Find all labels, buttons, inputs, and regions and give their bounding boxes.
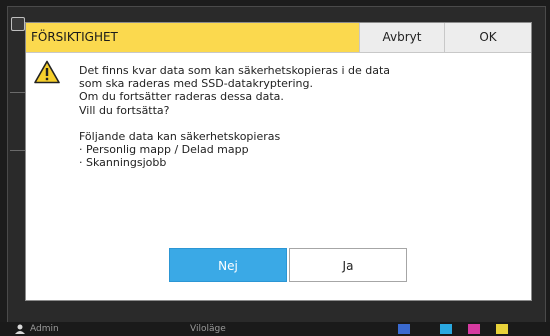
- cancel-button[interactable]: Avbryt: [359, 23, 444, 52]
- warning-icon: [34, 60, 60, 84]
- ok-button[interactable]: OK: [444, 23, 531, 52]
- no-button[interactable]: Nej: [169, 248, 287, 282]
- backup-heading: Följande data kan säkerhetskopieras: [79, 129, 281, 143]
- backup-item: · Personlig mapp / Delad mapp: [79, 143, 249, 157]
- user-icon: [15, 324, 25, 334]
- dialog-header: FÖRSIKTIGHET Avbryt OK: [26, 23, 531, 52]
- toner-y-icon: [496, 324, 508, 334]
- backup-item: · Skanningsjobb: [79, 156, 167, 170]
- header-divider: [26, 52, 531, 53]
- message-line: Vill du fortsätta?: [79, 103, 170, 117]
- user-name: Admin: [30, 324, 59, 334]
- dialog-message: Det finns kvar data som kan säkerhetskop…: [79, 64, 519, 169]
- mode-label: Viloläge: [190, 324, 226, 334]
- toner-c-icon: [440, 324, 452, 334]
- menu-icon: [11, 17, 25, 31]
- yes-button[interactable]: Ja: [289, 248, 407, 282]
- message-line: Om du fortsätter raderas dessa data.: [79, 90, 284, 104]
- toner-k-icon: [398, 324, 410, 334]
- toner-m-icon: [468, 324, 480, 334]
- message-line: som ska raderas med SSD-datakryptering.: [79, 77, 313, 91]
- dialog-title: FÖRSIKTIGHET: [26, 23, 359, 52]
- message-line: Det finns kvar data som kan säkerhetskop…: [79, 64, 391, 77]
- status-bar: Admin Viloläge: [0, 322, 550, 336]
- caution-dialog: FÖRSIKTIGHET Avbryt OK Det finns kvar da…: [25, 22, 532, 301]
